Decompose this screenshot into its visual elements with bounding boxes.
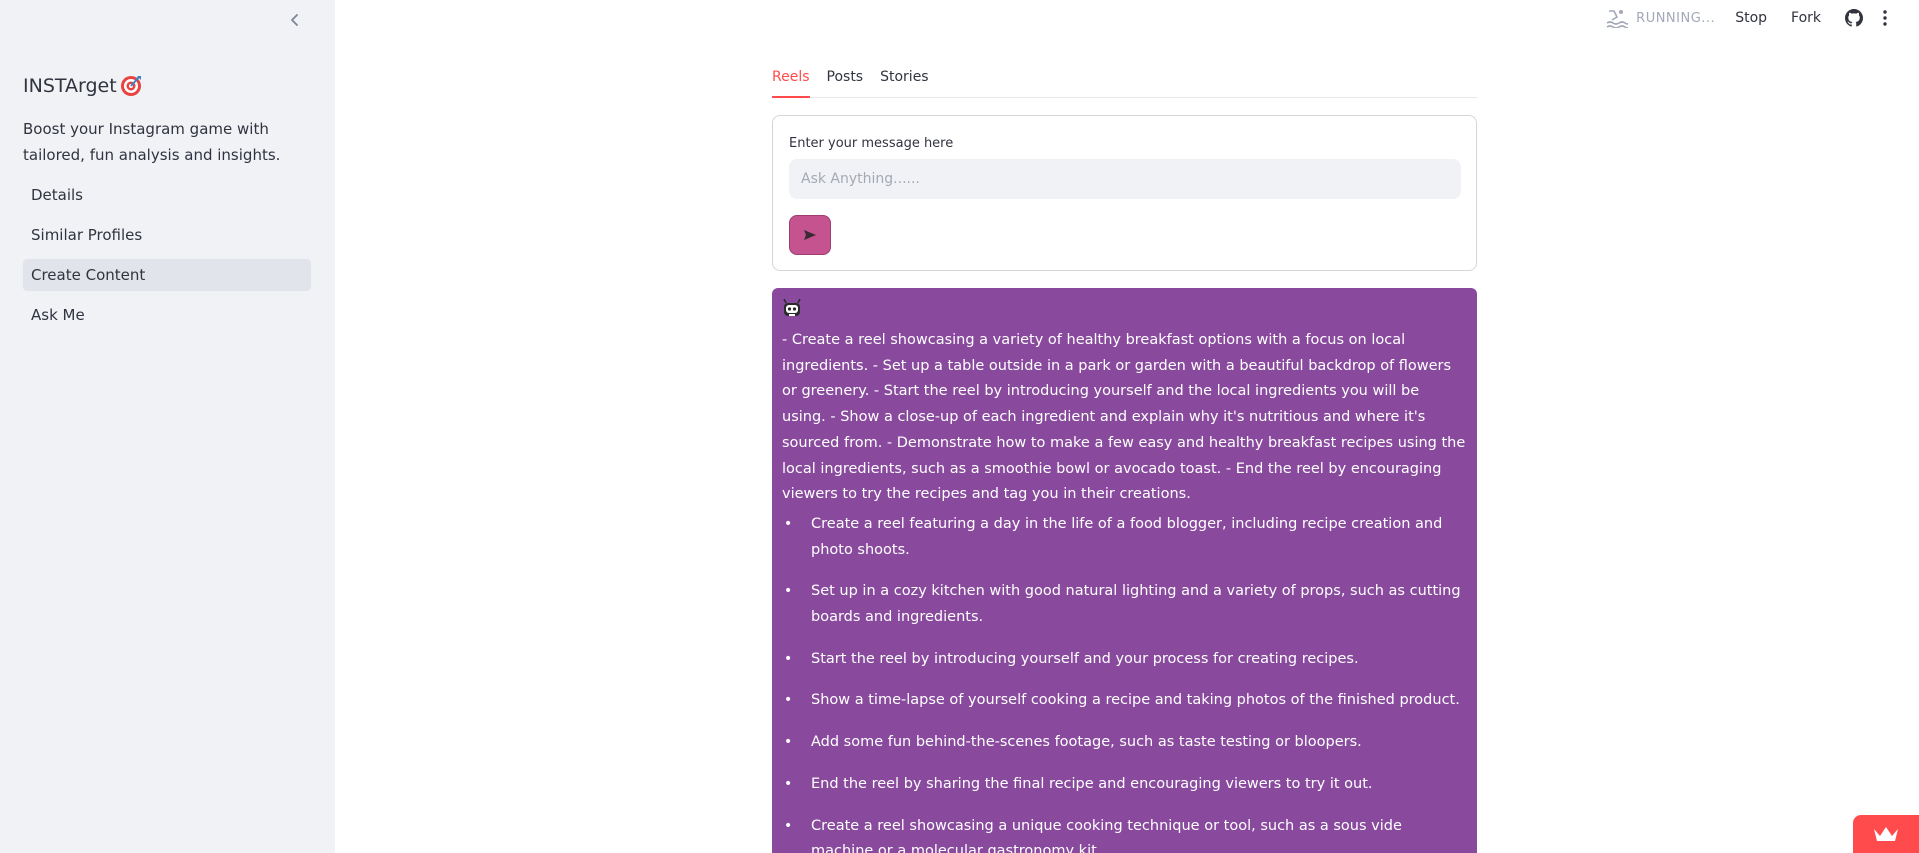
list-item: Show a time-lapse of yourself cooking a … (782, 688, 1467, 714)
send-button[interactable] (789, 215, 831, 255)
list-item: Create a reel showcasing a unique cookin… (782, 814, 1467, 853)
list-item: End the reel by sharing the final recipe… (782, 772, 1467, 798)
message-label: Enter your message here (789, 136, 954, 151)
sidebar-item-label: Create Content (31, 266, 146, 284)
streamlit-badge[interactable] (1853, 815, 1919, 853)
robot-avatar-icon (783, 298, 801, 316)
list-item: Add some fun behind-the-scenes footage, … (782, 730, 1467, 756)
github-icon (1845, 9, 1863, 27)
response-bullet-list: Create a reel featuring a day in the lif… (782, 512, 1467, 853)
tab-reels[interactable]: Reels (772, 66, 810, 98)
fork-button[interactable]: Fork (1791, 10, 1821, 26)
send-icon (804, 230, 816, 240)
target-icon (120, 76, 141, 96)
running-status: RUNNING... (1606, 8, 1715, 28)
app-description: Boost your Instagram game with tailored,… (23, 120, 281, 164)
sidebar-item-label: Similar Profiles (31, 226, 143, 244)
github-button[interactable] (1845, 9, 1863, 27)
status-text: RUNNING... (1636, 10, 1716, 26)
app-title: INSTArget (23, 74, 143, 98)
sidebar: INSTArget Boost your Instagram game with… (0, 0, 335, 853)
sidebar-item-details[interactable]: Details (23, 179, 311, 211)
response-paragraph: - Create a reel showcasing a variety of … (782, 332, 1466, 503)
crown-icon (1874, 827, 1898, 841)
top-toolbar: RUNNING... Stop Fork (1606, 0, 1919, 36)
app-title-text: INSTArget (23, 75, 117, 97)
response-card: - Create a reel showcasing a variety of … (772, 288, 1477, 853)
sidebar-item-create-content[interactable]: Create Content (23, 259, 311, 291)
more-menu-icon (1883, 10, 1887, 26)
more-menu-button[interactable] (1883, 10, 1887, 26)
sidebar-item-similar-profiles[interactable]: Similar Profiles (23, 219, 311, 251)
tab-stories[interactable]: Stories (880, 66, 929, 98)
tab-bar: Reels Posts Stories (772, 66, 1477, 98)
main-content: Reels Posts Stories Enter your message h… (772, 66, 1477, 853)
tab-posts[interactable]: Posts (827, 66, 864, 98)
list-item: Set up in a cozy kitchen with good natur… (782, 579, 1467, 630)
sidebar-item-label: Ask Me (31, 306, 85, 324)
message-input[interactable] (789, 159, 1461, 199)
sidebar-nav: Details Similar Profiles Create Content … (23, 179, 311, 339)
sidebar-item-label: Details (31, 186, 84, 204)
list-item: Start the reel by introducing yourself a… (782, 647, 1467, 673)
sidebar-item-ask-me[interactable]: Ask Me (23, 299, 311, 331)
running-icon (1606, 10, 1629, 28)
stop-button[interactable]: Stop (1735, 10, 1767, 26)
message-form: Enter your message here (772, 115, 1477, 271)
list-item: Create a reel featuring a day in the lif… (782, 512, 1467, 563)
chevron-left-icon (291, 14, 298, 26)
collapse-sidebar-button[interactable] (283, 8, 307, 32)
